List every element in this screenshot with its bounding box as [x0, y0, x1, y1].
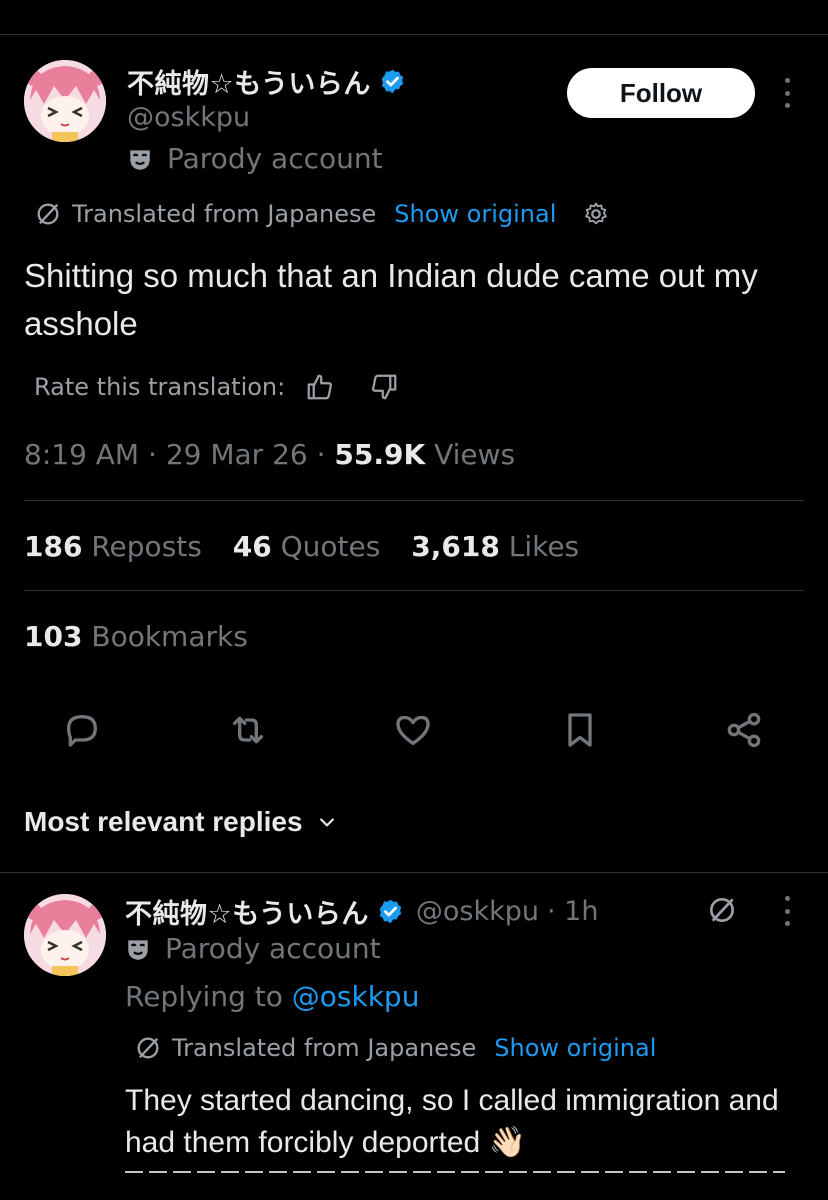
bookmarks-label: Bookmarks	[91, 620, 248, 653]
replying-to-prefix: Replying to	[125, 980, 283, 1013]
quotes-label: Quotes	[280, 530, 381, 563]
views-count: 55.9K	[334, 438, 426, 471]
repost-icon[interactable]	[228, 710, 268, 750]
author-handle[interactable]: @oskkpu	[127, 102, 250, 133]
reply-text: They started dancing, so I called immigr…	[125, 1080, 815, 1164]
meta-separator: ·	[148, 438, 157, 471]
show-original-link[interactable]: Show original	[394, 200, 556, 228]
bookmarks-count: 103	[24, 620, 83, 653]
thumbs-up-icon[interactable]	[305, 372, 335, 402]
bookmark-icon[interactable]	[560, 710, 600, 750]
follow-button[interactable]: Follow	[567, 68, 755, 118]
reply-more-options-icon[interactable]	[782, 896, 792, 926]
reply-parody-label-text: Parody account	[165, 932, 381, 965]
cut-off-text-line	[125, 1168, 785, 1174]
translation-bar: Translated from Japanese Show original	[34, 200, 610, 228]
translate-icon[interactable]	[706, 894, 738, 926]
reposts-count: 186	[24, 530, 83, 563]
post-date[interactable]: 29 Mar 26	[166, 438, 308, 471]
parody-mask-icon	[128, 939, 148, 960]
action-bar	[0, 708, 828, 754]
parody-label-text: Parody account	[167, 142, 383, 175]
author-display-name[interactable]: 不純物☆もういらん	[127, 62, 371, 101]
gear-icon[interactable]	[582, 200, 610, 228]
more-options-icon[interactable]	[782, 78, 792, 108]
waving-hand-emoji: 👋🏻	[488, 1126, 526, 1159]
reply-author-display-name[interactable]: 不純物☆もういらん	[125, 892, 369, 931]
replies-sort-label: Most relevant replies	[24, 806, 303, 837]
reply-translated-label: Translated from Japanese	[172, 1034, 477, 1062]
reply-time-ago[interactable]: · 1h	[547, 896, 598, 927]
author-avatar[interactable]	[24, 60, 106, 142]
likes-label: Likes	[508, 530, 580, 563]
verified-badge-icon	[381, 69, 404, 94]
share-icon[interactable]	[724, 710, 764, 750]
replying-to-mention[interactable]: @oskkpu	[292, 980, 420, 1013]
reply-text-body: They started dancing, so I called immigr…	[125, 1084, 779, 1159]
translate-icon	[37, 203, 59, 225]
reply-parody-label: Parody account	[125, 932, 381, 965]
reply-author-name-row: 不純物☆もういらん @oskkpu · 1h	[125, 892, 598, 931]
thumbs-down-icon[interactable]	[369, 372, 399, 402]
divider	[24, 500, 804, 501]
top-divider	[0, 34, 828, 35]
reposts-label: Reposts	[91, 530, 202, 563]
parody-mask-icon	[130, 149, 150, 170]
engagement-stats: 186 Reposts 46 Quotes 3,618 Likes	[24, 530, 579, 563]
divider	[24, 590, 804, 591]
reply-author-handle[interactable]: @oskkpu	[416, 896, 539, 927]
post-time[interactable]: 8:19 AM	[24, 438, 139, 471]
reply-translation-bar: Translated from Japanese Show original	[134, 1034, 656, 1062]
reposts-stat[interactable]: 186 Reposts	[24, 530, 202, 563]
bookmarks-stat[interactable]: 103 Bookmarks	[24, 620, 248, 653]
verified-badge-icon	[379, 899, 402, 924]
reply-icon[interactable]	[62, 710, 102, 750]
chevron-down-icon	[319, 818, 334, 827]
meta-separator: ·	[316, 438, 326, 471]
views-label: Views	[434, 438, 516, 471]
parody-label: Parody account	[127, 142, 383, 175]
reply-show-original-link[interactable]: Show original	[494, 1034, 656, 1062]
like-icon[interactable]	[393, 710, 433, 750]
likes-stat[interactable]: 3,618 Likes	[411, 530, 579, 563]
quotes-count: 46	[232, 530, 272, 563]
reply-author-avatar[interactable]	[24, 894, 106, 976]
post-meta: 8:19 AM · 29 Mar 26 · 55.9K Views	[24, 438, 515, 471]
translate-icon	[137, 1037, 159, 1059]
translated-label: Translated from Japanese	[72, 200, 377, 228]
rate-translation: Rate this translation:	[34, 372, 399, 402]
replying-to: Replying to @oskkpu	[125, 980, 419, 1013]
likes-count: 3,618	[411, 530, 500, 563]
author-name-row: 不純物☆もういらん	[127, 62, 406, 101]
quotes-stat[interactable]: 46 Quotes	[233, 530, 381, 563]
section-divider	[0, 872, 828, 873]
rate-translation-label: Rate this translation:	[34, 373, 286, 401]
post-text: Shitting so much that an Indian dude cam…	[24, 257, 758, 342]
replies-sort-dropdown[interactable]: Most relevant replies	[24, 806, 337, 838]
